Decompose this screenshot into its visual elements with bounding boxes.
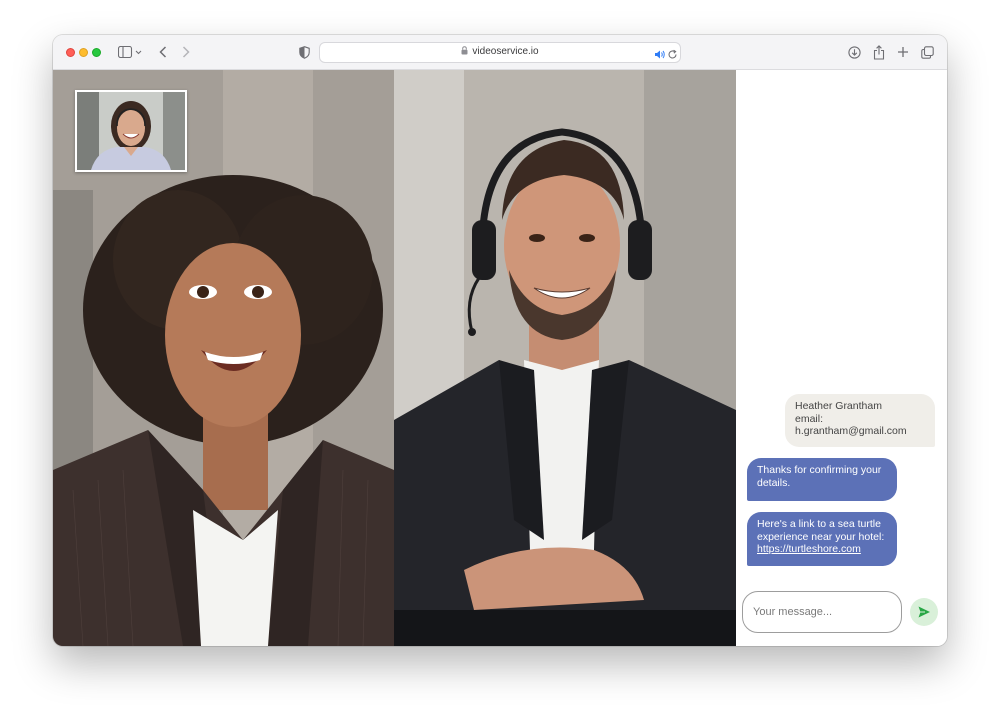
lock-icon — [461, 46, 468, 55]
video-tile-participant-1[interactable] — [53, 70, 394, 646]
participant-man-video — [394, 70, 736, 646]
tabs-overview-icon[interactable] — [920, 44, 934, 60]
turtleshore-link[interactable]: https://turtleshore.com — [757, 543, 861, 555]
chevron-right-icon[interactable] — [180, 44, 192, 60]
chat-message-text: Here's a link to a sea turtle experience… — [757, 518, 885, 543]
chat-message-incoming: Heather Grantham email: h.grantham@gmail… — [785, 394, 935, 447]
chat-panel: Heather Grantham email: h.grantham@gmail… — [736, 70, 947, 646]
plus-icon[interactable] — [896, 44, 910, 60]
chat-message-outgoing: Thanks for confirming your details. — [747, 458, 897, 501]
url-text: videoservice.io — [472, 46, 539, 57]
close-window-button[interactable] — [66, 48, 75, 57]
send-icon — [918, 606, 930, 618]
chevron-left-icon[interactable] — [157, 44, 169, 60]
video-tile-participant-2[interactable] — [394, 70, 736, 646]
self-view-video[interactable] — [75, 90, 187, 172]
minimize-window-button[interactable] — [79, 48, 88, 57]
share-icon[interactable] — [872, 44, 886, 60]
message-input[interactable] — [742, 591, 902, 633]
chat-message-outgoing-link: Here's a link to a sea turtle experience… — [747, 512, 897, 566]
shield-icon[interactable] — [297, 44, 311, 60]
address-bar[interactable]: videoservice.io — [319, 42, 681, 63]
download-icon[interactable] — [847, 44, 861, 60]
browser-toolbar: videoservice.io — [53, 35, 947, 70]
reload-icon[interactable] — [667, 47, 678, 65]
browser-window: videoservice.io Heather Grantham email: … — [53, 35, 947, 646]
send-button[interactable] — [910, 598, 938, 626]
zoom-window-button[interactable] — [92, 48, 101, 57]
self-view-woman-headset — [77, 92, 185, 170]
speaker-icon[interactable] — [654, 47, 665, 65]
sidebar-icon[interactable] — [117, 44, 143, 60]
